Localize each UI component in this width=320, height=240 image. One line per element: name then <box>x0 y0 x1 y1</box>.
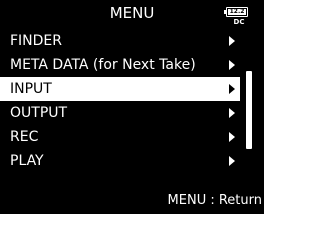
chevron-right-icon <box>229 108 235 118</box>
menu-item-rec[interactable]: REC <box>0 125 240 149</box>
chevron-right-icon <box>229 132 235 142</box>
menu-item-play[interactable]: PLAY <box>0 149 240 173</box>
menu-item-input[interactable]: INPUT <box>0 77 240 101</box>
scrollbar[interactable] <box>246 32 252 172</box>
power-source-label: DC <box>233 18 245 26</box>
battery-level-label: 12.2 <box>228 8 246 15</box>
menu-item-finder[interactable]: FINDER <box>0 29 240 53</box>
menu-item-output[interactable]: OUTPUT <box>0 101 240 125</box>
menu-list: FINDER META DATA (for Next Take) INPUT O… <box>0 29 240 173</box>
device-screen: MENU 12.2 DC FINDER META DATA (for Next … <box>0 0 264 214</box>
menu-item-meta-data[interactable]: META DATA (for Next Take) <box>0 53 240 77</box>
menu-item-label: META DATA (for Next Take) <box>10 57 196 73</box>
chevron-right-icon <box>229 60 235 70</box>
menu-item-label: OUTPUT <box>10 105 68 121</box>
return-hint: MENU : Return <box>167 193 262 208</box>
scrollbar-thumb[interactable] <box>246 71 252 149</box>
chevron-right-icon <box>229 84 235 94</box>
chevron-right-icon <box>229 36 235 46</box>
menu-item-label: FINDER <box>10 33 63 49</box>
menu-item-label: REC <box>10 129 39 145</box>
menu-item-label: INPUT <box>10 81 52 97</box>
chevron-right-icon <box>229 156 235 166</box>
battery-icon: 12.2 <box>224 7 248 17</box>
menu-item-label: PLAY <box>10 153 44 169</box>
